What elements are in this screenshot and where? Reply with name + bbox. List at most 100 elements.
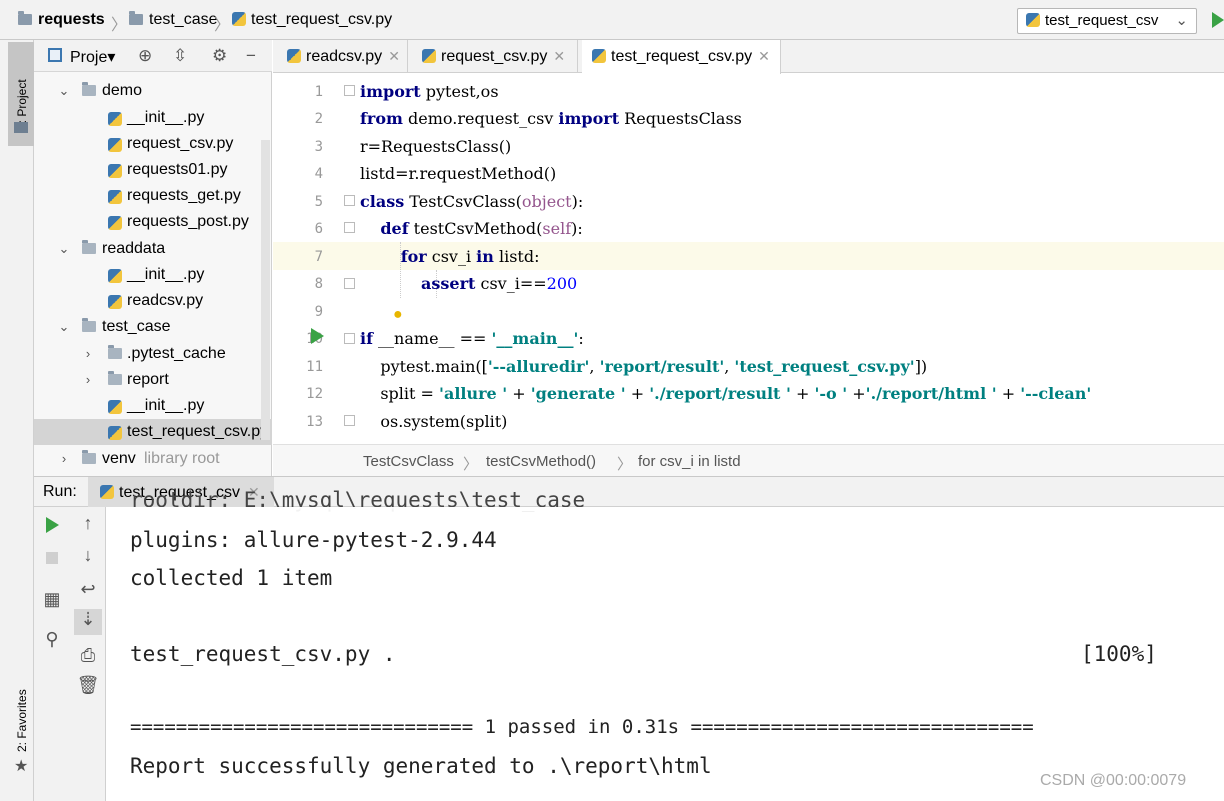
fold-marker[interactable] (344, 222, 355, 233)
tree-item[interactable]: requests_get.py (34, 183, 272, 209)
tree-item[interactable]: requests01.py (34, 157, 272, 183)
scroll-to-end-icon[interactable]: ⇣ (74, 609, 102, 635)
rerun-icon[interactable] (46, 517, 59, 533)
folder-icon (82, 240, 96, 254)
arrow-down-icon[interactable]: ↓ (76, 545, 100, 566)
folder-icon (129, 11, 143, 25)
fold-marker[interactable] (344, 85, 355, 96)
fold-marker[interactable] (344, 278, 355, 289)
locate-icon[interactable]: ⊕ (138, 46, 152, 66)
crumb-class[interactable]: TestCsvClass (363, 453, 454, 470)
soft-wrap-icon[interactable]: ↩ (76, 579, 100, 600)
breadcrumb-folder[interactable]: test_case (129, 11, 217, 29)
console-line: Report successfully generated to .\repor… (130, 754, 712, 778)
project-view-icon (48, 48, 62, 62)
favorites-tool-window-tab[interactable]: 2: Favorites ★ (8, 680, 34, 780)
folder-icon (82, 318, 96, 332)
line-number: 6 (314, 221, 323, 237)
chevron-down-icon[interactable]: ⌄ (56, 314, 72, 340)
python-file-icon (232, 12, 246, 26)
tab-request-csv[interactable]: request_csv.py ✕ (412, 40, 578, 73)
run-button[interactable] (1212, 12, 1224, 28)
tree-item[interactable]: request_csv.py (34, 131, 272, 157)
watermark: CSDN @00:00:0079 (1040, 772, 1187, 789)
line-number: 4 (314, 166, 323, 182)
lightbulb-icon[interactable]: ● (393, 306, 403, 324)
hide-icon[interactable]: − (246, 46, 256, 66)
tree-item[interactable]: readcsv.py (34, 288, 272, 314)
python-file-icon (287, 49, 301, 63)
code-line-4: listd=r.requestMethod() (360, 164, 557, 183)
code-line-13: os.system(split) (360, 412, 508, 431)
close-icon[interactable]: ✕ (758, 48, 770, 64)
close-icon[interactable]: ✕ (553, 48, 565, 64)
pin-icon[interactable]: ⚲ (40, 629, 64, 650)
breadcrumb-separator: 〉 (214, 17, 231, 34)
code-line-1: import pytest,os (360, 82, 499, 101)
tree-item[interactable]: __init__.py (34, 262, 272, 288)
tree-item[interactable]: requests_post.py (34, 209, 272, 235)
tree-item[interactable]: › venv library root (34, 446, 272, 472)
python-file-icon (108, 426, 122, 440)
console-line: collected 1 item (130, 566, 333, 590)
tab-test-request-csv[interactable]: test_request_csv.py ✕ (582, 40, 781, 74)
tree-item-label: demo (102, 82, 143, 99)
tree-item[interactable]: __init__.py (34, 393, 272, 419)
fold-marker[interactable] (344, 333, 355, 344)
chevron-down-icon[interactable]: ⌄ (56, 236, 72, 262)
line-number: 8 (314, 276, 323, 292)
python-file-icon (108, 112, 122, 126)
tree-item[interactable]: test_request_csv.py (34, 419, 272, 445)
python-file-icon (108, 295, 122, 309)
crumb-loop[interactable]: for csv_i in listd (638, 453, 741, 470)
breadcrumb-project[interactable]: requests (18, 11, 105, 29)
chevron-down-icon: ⌄ (1175, 12, 1188, 29)
chevron-down-icon[interactable]: ⌄ (56, 78, 72, 104)
tree-item-label: .pytest_cache (127, 345, 226, 362)
tree-item[interactable]: __init__.py (34, 105, 272, 131)
fold-marker[interactable] (344, 415, 355, 426)
run-configuration-select[interactable]: test_request_csv ⌄ (1017, 8, 1197, 34)
line-number: 5 (314, 194, 323, 210)
tree-item[interactable]: › .pytest_cache (34, 341, 272, 367)
tree-item-label: requests_get.py (127, 187, 241, 204)
run-label: Run: (43, 483, 77, 500)
collapse-all-icon[interactable]: ⇳ (173, 46, 187, 66)
tree-item-label: readdata (102, 240, 166, 257)
tree-item[interactable]: ⌄ test_case (34, 314, 272, 340)
tree-item[interactable]: ⌄ demo (34, 78, 272, 104)
python-file-icon (108, 216, 122, 230)
arrow-up-icon[interactable]: ↑ (76, 513, 100, 534)
python-file-icon (108, 269, 122, 283)
gear-icon[interactable]: ⚙ (212, 46, 227, 66)
editor-breadcrumbs: TestCsvClass 〉 testCsvMethod() 〉 for csv… (273, 444, 1224, 476)
run-gutter-icon[interactable] (311, 328, 324, 344)
chevron-right-icon[interactable]: › (80, 367, 96, 393)
crumb-method[interactable]: testCsvMethod() (486, 453, 596, 470)
fold-marker[interactable] (344, 195, 355, 206)
close-icon[interactable]: ✕ (388, 48, 400, 64)
line-number: 11 (306, 359, 323, 375)
tab-readcsv[interactable]: readcsv.py ✕ (277, 40, 408, 73)
tree-item-label: test_case (102, 318, 171, 335)
stop-icon[interactable] (46, 552, 58, 564)
breadcrumb-file[interactable]: test_request_csv.py (232, 11, 392, 29)
breadcrumb-separator: 〉 (111, 17, 128, 34)
tree-item-suffix: library root (144, 450, 220, 467)
tree-item[interactable]: › report (34, 367, 272, 393)
console-line: plugins: allure-pytest-2.9.44 (130, 528, 497, 552)
chevron-right-icon[interactable]: › (56, 446, 72, 472)
tree-scrollbar[interactable] (261, 140, 270, 440)
project-view-select[interactable]: Proje▾ (70, 47, 115, 67)
folder-icon (14, 122, 28, 133)
layout-icon[interactable]: ▦ (40, 589, 64, 610)
tree-item-label: __init__.py (127, 109, 205, 126)
trash-icon[interactable]: 🗑 (76, 675, 100, 696)
chevron-right-icon[interactable]: › (80, 341, 96, 367)
editor-tab-bar: readcsv.py ✕ request_csv.py ✕ test_request… (273, 40, 1224, 74)
code-line-2: from demo.request_csv import RequestsCla… (360, 109, 742, 128)
print-icon[interactable]: ⎙ (76, 645, 100, 666)
code-line-11: pytest.main(['--alluredir', 'report/resu… (360, 357, 928, 376)
tree-item[interactable]: ⌄ readdata (34, 236, 272, 262)
tree-item-label: report (127, 371, 169, 388)
